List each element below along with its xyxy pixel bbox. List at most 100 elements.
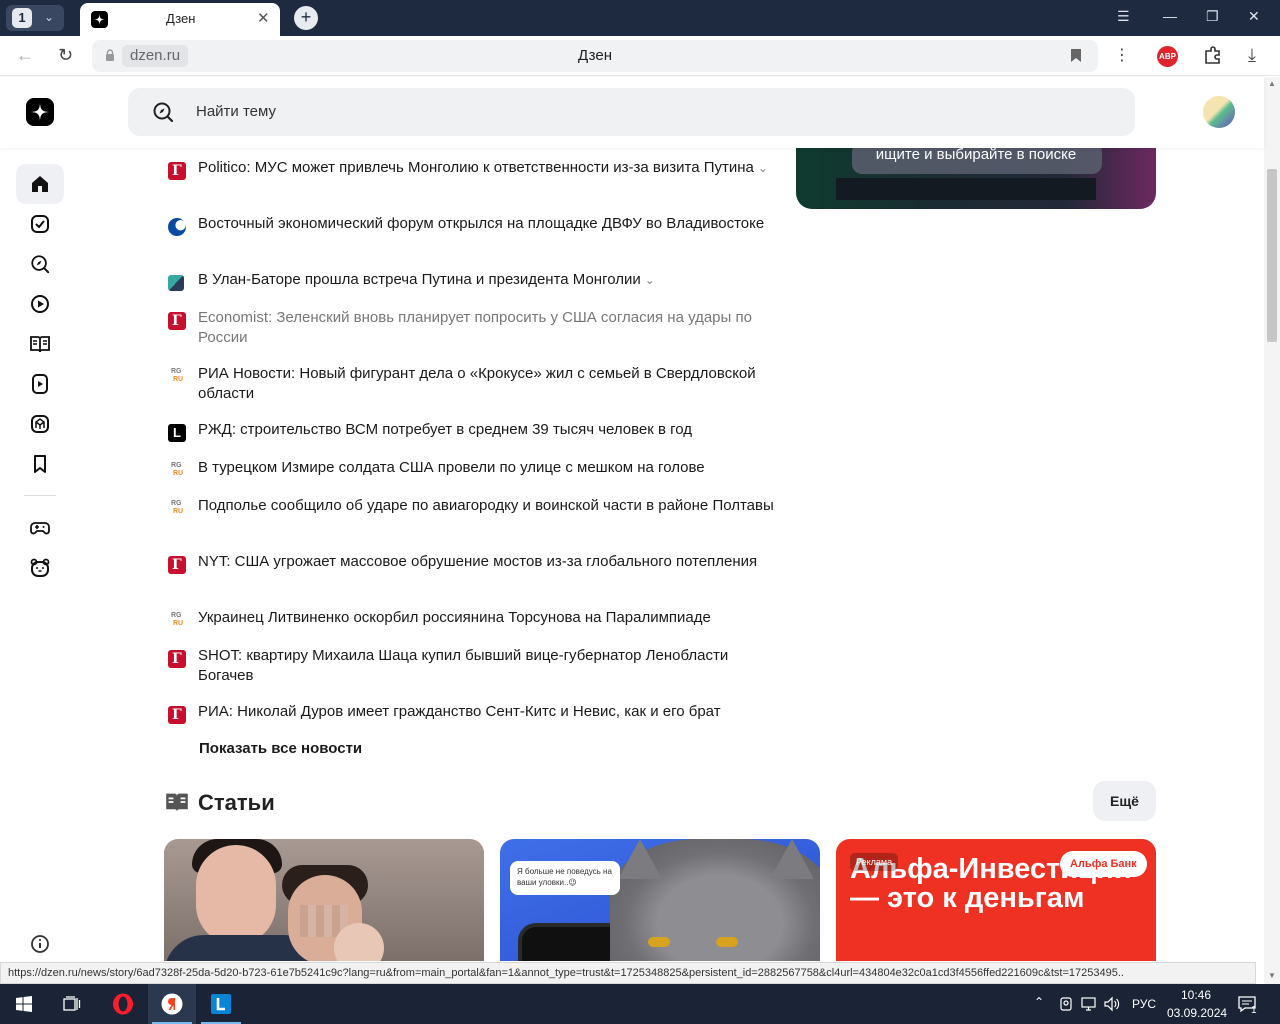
- chevron-down-icon[interactable]: ⌄: [645, 270, 655, 290]
- promo-banner[interactable]: ищите и выбирайте в поиске: [796, 148, 1156, 209]
- close-window-button[interactable]: ✕: [1248, 8, 1260, 25]
- book-icon: [30, 336, 50, 353]
- tab-count: 1: [12, 8, 32, 28]
- status-url-tooltip: https://dzen.ru/news/story/6ad7328f-25da…: [0, 962, 1256, 984]
- news-headline: В Улан-Баторе прошла встреча Путина и пр…: [198, 270, 778, 290]
- task-view-icon: [63, 996, 81, 1011]
- scroll-down-arrow-icon[interactable]: ▼: [1268, 971, 1276, 980]
- promo-shelf-graphic: [836, 178, 1096, 200]
- yandex-browser-icon: [161, 993, 183, 1015]
- more-articles-button[interactable]: Ещё: [1093, 781, 1156, 821]
- clock-time[interactable]: 10:46: [1181, 988, 1211, 1002]
- nav-articles-button[interactable]: [16, 324, 64, 364]
- cat-ear-graphic: [618, 839, 662, 879]
- source-logo-icon: [168, 368, 186, 386]
- news-text: NYT: США угрожает массовое обрушение мос…: [198, 553, 758, 570]
- news-text: Украинец Литвиненко оскорбил россиянина …: [198, 609, 711, 626]
- short-video-icon: [32, 374, 48, 394]
- extensions-icon[interactable]: [1203, 46, 1223, 66]
- bear-icon: [30, 558, 50, 577]
- source-logo-icon: [168, 556, 186, 574]
- l-app-taskbar-button[interactable]: [197, 984, 245, 1024]
- windows-logo-icon: [16, 996, 32, 1012]
- ad-brand-logo: Альфа Банк: [1060, 851, 1147, 877]
- source-logo-icon: [168, 162, 186, 180]
- opera-icon: [113, 993, 133, 1015]
- page-scrollbar[interactable]: ▲ ▼: [1264, 77, 1280, 984]
- nav-divider: [24, 495, 56, 496]
- nav-video-button[interactable]: [16, 284, 64, 324]
- speech-bubble: Я больше не поведусь на ваши уловки..😉: [510, 861, 620, 895]
- adblock-plus-icon[interactable]: ABP: [1157, 46, 1178, 67]
- cat-eye-graphic: [716, 937, 738, 947]
- windows-taskbar: ⌃ РУС 10:46 03.09.2024 1: [0, 984, 1280, 1024]
- main-content: ищите и выбирайте в поиске Politico: МУС…: [80, 148, 1264, 961]
- photo-graphic: [196, 845, 276, 945]
- page-title-in-omnibox: Дзен: [578, 47, 612, 64]
- dzen-header: Найти тему: [0, 77, 1264, 148]
- task-view-button[interactable]: [48, 984, 96, 1024]
- news-text: Politico: МУС может привлечь Монголию к …: [198, 159, 754, 176]
- news-text: В турецком Измире солдата США провели по…: [198, 459, 705, 476]
- scroll-up-arrow-icon[interactable]: ▲: [1268, 79, 1276, 88]
- left-navigation: [0, 148, 80, 961]
- download-icon[interactable]: ⤓: [1248, 45, 1256, 66]
- source-logo-icon: [168, 218, 186, 236]
- chevron-down-icon[interactable]: ⌄: [758, 158, 768, 178]
- nav-kids-button[interactable]: [16, 548, 64, 588]
- notification-count: 1: [1251, 1005, 1257, 1016]
- news-text: Восточный экономический форум открылся н…: [198, 215, 765, 232]
- nav-subscriptions-button[interactable]: [16, 204, 64, 244]
- source-logo-icon: [168, 500, 186, 518]
- input-language[interactable]: РУС: [1132, 997, 1156, 1011]
- bookmark-nav-icon: [34, 455, 46, 473]
- ad-card[interactable]: Альфа-Инвестиции — это к деньгам Реклама…: [836, 839, 1156, 961]
- network-icon[interactable]: [1081, 996, 1098, 1012]
- menu-icon[interactable]: ☰: [1117, 8, 1130, 25]
- avatar[interactable]: [1203, 96, 1235, 128]
- nav-bookmarks-button[interactable]: [16, 444, 64, 484]
- cat-eye-graphic: [648, 937, 670, 947]
- news-headline: Politico: МУС может привлечь Монголию к …: [198, 158, 778, 178]
- close-tab-icon[interactable]: ✕: [257, 9, 270, 27]
- nav-shorts-button[interactable]: [16, 364, 64, 404]
- start-button[interactable]: [0, 984, 48, 1024]
- search-placeholder: Найти тему: [196, 103, 276, 120]
- show-hidden-icons-icon[interactable]: ⌃: [1034, 995, 1044, 1009]
- nav-explore-button[interactable]: [16, 244, 64, 284]
- source-logo-icon: [168, 462, 186, 480]
- volume-icon[interactable]: [1104, 996, 1121, 1012]
- browser-tab-active[interactable]: Дзен ✕: [80, 3, 280, 36]
- clock-date[interactable]: 03.09.2024: [1167, 1006, 1227, 1020]
- more-vertical-icon[interactable]: ⋮: [1114, 45, 1130, 65]
- gamepad-icon: [30, 522, 50, 535]
- yandex-browser-taskbar-button[interactable]: [148, 984, 196, 1024]
- meet-now-icon[interactable]: [1058, 996, 1074, 1012]
- info-icon[interactable]: [30, 934, 50, 954]
- nav-home-button[interactable]: [16, 164, 64, 204]
- show-all-news-link[interactable]: Показать все новости: [199, 740, 362, 757]
- minimize-button[interactable]: —: [1163, 8, 1177, 24]
- article-card[interactable]: Я больше не поведусь на ваши уловки..😉: [500, 839, 820, 961]
- back-arrow-icon[interactable]: ←: [16, 45, 34, 66]
- source-logo-icon: [168, 424, 186, 442]
- opera-taskbar-button[interactable]: [98, 984, 146, 1024]
- article-card[interactable]: [164, 839, 484, 961]
- book-icon: [166, 793, 188, 812]
- scrollbar-thumb[interactable]: [1267, 169, 1277, 342]
- reload-icon[interactable]: ↻: [58, 45, 73, 66]
- news-text: SHOT: квартиру Михаила Шаца купил бывший…: [198, 647, 729, 684]
- news-text: РИА: Николай Дуров имеет гражданство Сен…: [198, 703, 721, 720]
- tab-counter-button[interactable]: 1 ⌄: [6, 5, 64, 31]
- url-field[interactable]: dzen.ru Дзен: [92, 40, 1098, 72]
- screen: 1 ⌄ Дзен ✕ + ☰ — ❐ ✕ ← ↻ dzen.ru Дзен ⋮ …: [0, 0, 1280, 1024]
- cat-ear-graphic: [770, 839, 814, 879]
- nav-3d-button[interactable]: [16, 404, 64, 444]
- nav-games-button[interactable]: [16, 508, 64, 548]
- news-text: Подполье сообщило об ударе по авиагородк…: [198, 497, 774, 514]
- new-tab-button[interactable]: +: [294, 6, 318, 30]
- bookmark-icon[interactable]: [1070, 48, 1082, 63]
- dzen-logo-icon[interactable]: [26, 98, 54, 126]
- restore-button[interactable]: ❐: [1206, 8, 1219, 25]
- topic-search-input[interactable]: Найти тему: [128, 88, 1135, 136]
